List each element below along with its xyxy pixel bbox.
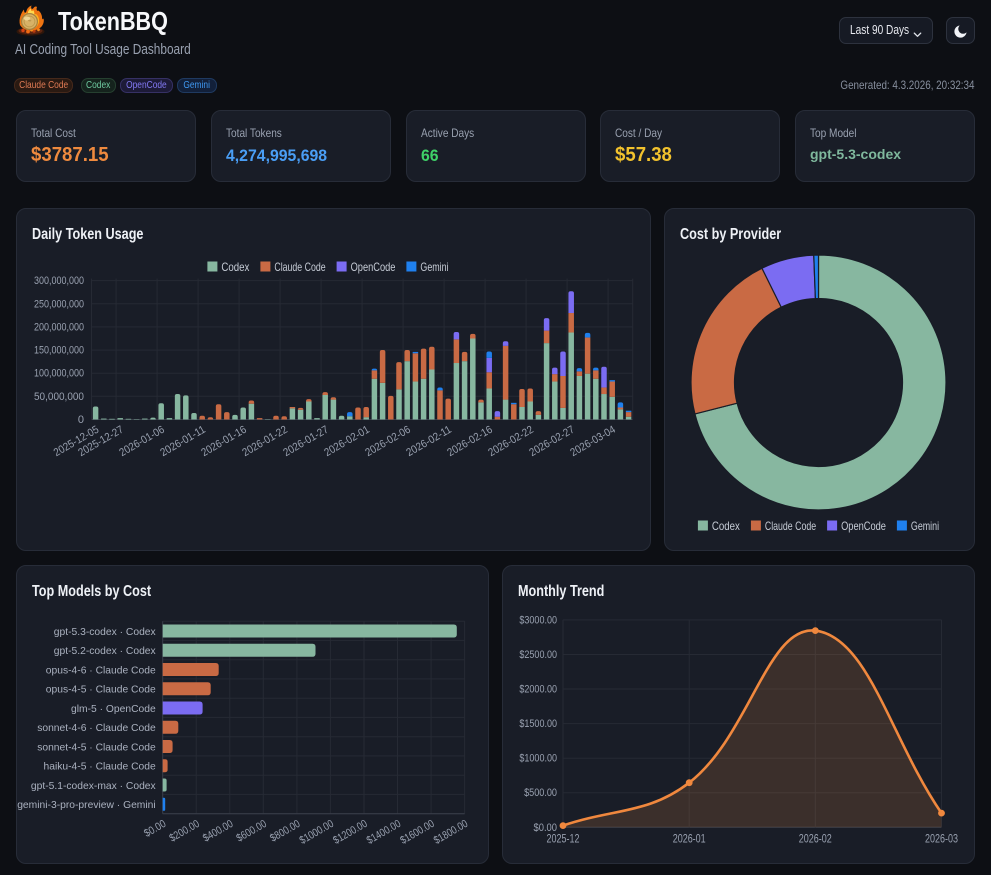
svg-text:opus-4-5 · Claude Code: opus-4-5 · Claude Code [46, 685, 156, 696]
svg-text:$3000.00: $3000.00 [519, 614, 557, 626]
svg-text:Claude Code: Claude Code [274, 260, 325, 274]
svg-text:$0.00: $0.00 [534, 822, 558, 834]
svg-text:$1200.00: $1200.00 [331, 818, 369, 847]
svg-text:gpt-5.1-codex-max · Codex: gpt-5.1-codex-max · Codex [31, 781, 157, 792]
svg-text:2026-02-22: 2026-02-22 [486, 424, 535, 459]
svg-text:$800.00: $800.00 [268, 818, 302, 845]
svg-text:2026-03: 2026-03 [925, 833, 958, 845]
svg-text:$1000.00: $1000.00 [519, 753, 557, 765]
svg-text:Codex: Codex [712, 519, 740, 533]
svg-text:2026-02: 2026-02 [799, 833, 832, 845]
svg-text:150,000,000: 150,000,000 [34, 345, 84, 357]
svg-text:$1600.00: $1600.00 [398, 818, 436, 847]
svg-text:gpt-5.3-codex · Codex: gpt-5.3-codex · Codex [54, 627, 157, 638]
svg-text:OpenCode: OpenCode [351, 260, 396, 274]
svg-text:$1500.00: $1500.00 [519, 718, 557, 730]
svg-text:2025-12: 2025-12 [547, 833, 580, 845]
svg-text:250,000,000: 250,000,000 [34, 298, 84, 310]
svg-text:$200.00: $200.00 [167, 818, 201, 845]
svg-text:$500.00: $500.00 [524, 787, 557, 799]
svg-text:$2500.00: $2500.00 [519, 649, 557, 661]
svg-text:0: 0 [78, 414, 84, 426]
svg-text:2026-01-27: 2026-01-27 [281, 424, 330, 459]
svg-text:glm-5 · OpenCode: glm-5 · OpenCode [71, 704, 156, 715]
svg-text:Gemini: Gemini [420, 260, 448, 274]
svg-text:$1000.00: $1000.00 [298, 818, 336, 847]
svg-text:2026-02-11: 2026-02-11 [404, 424, 453, 459]
svg-text:Claude Code: Claude Code [765, 519, 816, 533]
svg-text:OpenCode: OpenCode [841, 519, 886, 533]
svg-text:2026-02-06: 2026-02-06 [363, 424, 412, 459]
svg-text:50,000,000: 50,000,000 [34, 391, 84, 403]
svg-text:300,000,000: 300,000,000 [34, 275, 84, 287]
svg-text:100,000,000: 100,000,000 [34, 368, 84, 380]
svg-text:2026-01-16: 2026-01-16 [199, 424, 248, 459]
svg-text:$2000.00: $2000.00 [519, 684, 557, 696]
svg-text:haiku-4-5 · Claude Code: haiku-4-5 · Claude Code [44, 762, 156, 773]
svg-text:2026-02-01: 2026-02-01 [322, 424, 371, 459]
svg-text:Gemini: Gemini [911, 519, 939, 533]
svg-text:2026-03-04: 2026-03-04 [568, 424, 617, 459]
svg-text:$1800.00: $1800.00 [432, 818, 470, 847]
svg-text:2026-02-27: 2026-02-27 [527, 424, 576, 459]
svg-text:2026-01-22: 2026-01-22 [240, 424, 289, 459]
svg-text:$400.00: $400.00 [201, 818, 235, 845]
svg-text:200,000,000: 200,000,000 [34, 321, 84, 333]
svg-text:sonnet-4-6 · Claude Code: sonnet-4-6 · Claude Code [37, 723, 156, 734]
svg-text:sonnet-4-5 · Claude Code: sonnet-4-5 · Claude Code [37, 742, 156, 753]
svg-text:$600.00: $600.00 [235, 818, 269, 845]
svg-text:2026-01-11: 2026-01-11 [158, 424, 207, 459]
svg-text:2026-01: 2026-01 [673, 833, 706, 845]
svg-text:2026-01-06: 2026-01-06 [117, 424, 166, 459]
svg-text:$0.00: $0.00 [142, 818, 168, 840]
svg-text:2026-02-16: 2026-02-16 [445, 424, 494, 459]
svg-text:Codex: Codex [221, 260, 249, 274]
svg-text:$1400.00: $1400.00 [365, 818, 403, 847]
svg-text:opus-4-6 · Claude Code: opus-4-6 · Claude Code [46, 665, 156, 676]
svg-text:gemini-3-pro-preview · Gemini: gemini-3-pro-preview · Gemini [17, 800, 155, 811]
svg-text:gpt-5.2-codex · Codex: gpt-5.2-codex · Codex [54, 646, 157, 657]
